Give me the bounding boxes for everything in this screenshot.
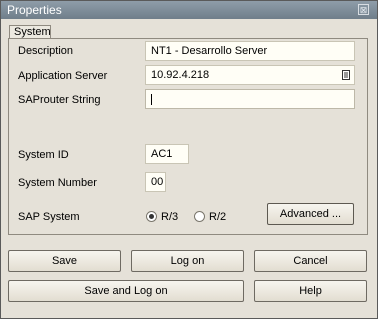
system-number-label: System Number	[18, 177, 97, 189]
saprouter-field[interactable]	[145, 89, 355, 109]
save-and-logon-button[interactable]: Save and Log on	[8, 280, 244, 302]
tab-system[interactable]: System	[9, 25, 51, 39]
application-server-label: Application Server	[18, 70, 108, 82]
help-button-label: Help	[299, 285, 322, 297]
system-id-field[interactable]: AC1	[145, 144, 189, 164]
cancel-button-label: Cancel	[293, 255, 328, 267]
saprouter-label: SAProuter String	[18, 94, 101, 106]
logon-button[interactable]: Log on	[131, 250, 244, 272]
help-button[interactable]: Help	[254, 280, 367, 302]
cancel-button[interactable]: Cancel	[254, 250, 367, 272]
value-help-icon[interactable]	[342, 70, 350, 80]
close-icon[interactable]: ⊠	[358, 4, 369, 15]
title-bar[interactable]: Properties ⊠	[1, 1, 377, 19]
application-server-value: 10.92.4.218	[151, 69, 210, 81]
radio-selected-dot	[149, 214, 154, 219]
system-id-label: System ID	[18, 149, 69, 161]
description-label: Description	[18, 45, 74, 57]
sap-system-label: SAP System	[18, 211, 80, 223]
properties-dialog: Properties ⊠ System Description NT1 - De…	[0, 0, 378, 319]
save-button[interactable]: Save	[8, 250, 121, 272]
advanced-button[interactable]: Advanced ...	[267, 203, 354, 225]
application-server-field[interactable]: 10.92.4.218	[145, 65, 355, 85]
save-button-label: Save	[51, 255, 78, 267]
advanced-button-label: Advanced ...	[279, 208, 342, 220]
description-field[interactable]: NT1 - Desarrollo Server	[145, 41, 355, 61]
window-title: Properties	[7, 3, 62, 17]
system-number-field[interactable]: 00	[145, 172, 166, 192]
save-and-logon-button-label: Save and Log on	[84, 285, 168, 297]
r2-radio[interactable]	[194, 211, 205, 222]
r2-radio-label[interactable]: R/2	[209, 211, 226, 223]
r3-radio-label[interactable]: R/3	[161, 211, 178, 223]
r3-radio[interactable]	[146, 211, 157, 222]
logon-button-label: Log on	[170, 255, 205, 267]
text-cursor	[151, 94, 152, 105]
